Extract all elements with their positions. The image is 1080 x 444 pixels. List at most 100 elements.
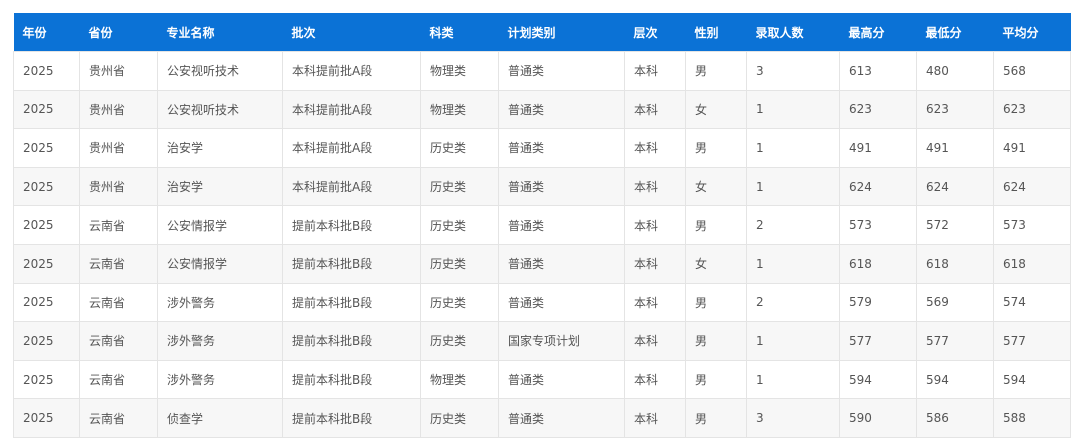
cell-plan-category: 普通类 xyxy=(498,282,625,323)
cell-year: 2025 xyxy=(13,205,80,245)
cell-gender: 女 xyxy=(685,166,747,207)
cell-max-score: 579 xyxy=(839,282,917,323)
table-row: 2025 云南省 公安情报学 提前本科批B段 历史类 普通类 本科男 2 573 572 573 xyxy=(13,205,1071,245)
cell-year: 2025 xyxy=(13,51,80,91)
cell-year: 2025 xyxy=(13,359,80,400)
cell-plan-category: 普通类 xyxy=(498,166,625,207)
cell-min-score: 572 xyxy=(916,205,994,245)
cell-major-name: 治安学 xyxy=(157,128,283,168)
cell-max-score: 594 xyxy=(839,359,917,400)
cell-level: 本科 xyxy=(624,398,686,438)
cell-admitted-count: 3 xyxy=(746,51,840,91)
cell-avg-score: 491 xyxy=(993,128,1071,168)
cell-major-name: 涉外警务 xyxy=(157,282,283,323)
cell-batch: 提前本科批B段 xyxy=(282,359,421,400)
cell-level: 本科 xyxy=(624,282,686,323)
cell-subject-category: 历史类 xyxy=(420,282,499,323)
cell-batch: 本科提前批A段 xyxy=(282,89,421,130)
cell-plan-category: 普通类 xyxy=(498,205,625,245)
cell-max-score: 590 xyxy=(839,398,917,438)
cell-min-score: 569 xyxy=(916,282,994,323)
table-row: 2025 云南省 涉外警务 提前本科批B段 物理类 普通类 本科男 1 594 594 594 xyxy=(13,359,1071,400)
cell-gender: 男 xyxy=(685,398,747,438)
cell-subject-category: 历史类 xyxy=(420,205,499,245)
cell-year: 2025 xyxy=(13,282,80,323)
cell-avg-score: 588 xyxy=(993,398,1071,438)
table-body: 2025 贵州省 公安视听技术 本科提前批A段 物理类 普通类 本科男 3 613 480 568 2… xyxy=(13,51,1071,438)
cell-province: 贵州省 xyxy=(79,89,158,130)
cell-subject-category: 历史类 xyxy=(420,321,499,361)
header-admitted-count[interactable]: 录取人数 xyxy=(746,13,840,52)
header-subject-category[interactable]: 科类 xyxy=(420,13,499,52)
cell-year: 2025 xyxy=(13,398,80,438)
cell-admitted-count: 1 xyxy=(746,359,840,400)
table-row: 2025 云南省 侦查学 提前本科批B段 历史类 普通类 本科男 3 590 586 588 xyxy=(13,398,1071,438)
cell-level: 本科 xyxy=(624,128,686,168)
header-gender[interactable]: 性别 xyxy=(685,13,747,52)
cell-major-name: 公安情报学 xyxy=(157,205,283,245)
header-max-score[interactable]: 最高分 xyxy=(839,13,917,52)
cell-admitted-count: 2 xyxy=(746,205,840,245)
cell-min-score: 618 xyxy=(916,243,994,284)
cell-level: 本科 xyxy=(624,243,686,284)
cell-gender: 女 xyxy=(685,243,747,284)
header-level[interactable]: 层次 xyxy=(624,13,686,52)
cell-province: 云南省 xyxy=(79,398,158,438)
cell-max-score: 491 xyxy=(839,128,917,168)
cell-province: 云南省 xyxy=(79,321,158,361)
cell-max-score: 577 xyxy=(839,321,917,361)
cell-province: 贵州省 xyxy=(79,51,158,91)
cell-gender: 男 xyxy=(685,205,747,245)
table-row: 2025 云南省 涉外警务 提前本科批B段 历史类 国家专项计划 本科男 1 577 577 577 xyxy=(13,321,1071,361)
cell-avg-score: 623 xyxy=(993,89,1071,130)
cell-subject-category: 历史类 xyxy=(420,128,499,168)
header-plan-category[interactable]: 计划类别 xyxy=(498,13,625,52)
cell-province: 云南省 xyxy=(79,243,158,284)
cell-min-score: 586 xyxy=(916,398,994,438)
cell-year: 2025 xyxy=(13,243,80,284)
cell-major-name: 公安情报学 xyxy=(157,243,283,284)
cell-major-name: 侦查学 xyxy=(157,398,283,438)
header-major-name[interactable]: 专业名称 xyxy=(157,13,283,52)
cell-max-score: 624 xyxy=(839,166,917,207)
cell-level: 本科 xyxy=(624,51,686,91)
header-avg-score[interactable]: 平均分 xyxy=(993,13,1071,52)
cell-min-score: 491 xyxy=(916,128,994,168)
cell-gender: 男 xyxy=(685,359,747,400)
cell-avg-score: 573 xyxy=(993,205,1071,245)
cell-batch: 提前本科批B段 xyxy=(282,205,421,245)
header-batch[interactable]: 批次 xyxy=(282,13,421,52)
cell-province: 云南省 xyxy=(79,282,158,323)
cell-admitted-count: 1 xyxy=(746,128,840,168)
table-header-row: 年份 省份 专业名称 批次 科类 计划类别 层次 性别 录取人数 最高分 最低分… xyxy=(13,13,1071,52)
cell-plan-category: 普通类 xyxy=(498,359,625,400)
header-min-score[interactable]: 最低分 xyxy=(916,13,994,52)
cell-subject-category: 历史类 xyxy=(420,398,499,438)
admission-table-container: 年份 省份 专业名称 批次 科类 计划类别 层次 性别 录取人数 最高分 最低分… xyxy=(13,13,1071,438)
cell-batch: 提前本科批B段 xyxy=(282,243,421,284)
cell-province: 云南省 xyxy=(79,205,158,245)
header-year[interactable]: 年份 xyxy=(13,13,80,52)
cell-plan-category: 普通类 xyxy=(498,243,625,284)
cell-subject-category: 历史类 xyxy=(420,166,499,207)
cell-major-name: 涉外警务 xyxy=(157,321,283,361)
cell-major-name: 涉外警务 xyxy=(157,359,283,400)
cell-year: 2025 xyxy=(13,89,80,130)
cell-gender: 男 xyxy=(685,128,747,168)
cell-major-name: 公安视听技术 xyxy=(157,89,283,130)
cell-subject-category: 物理类 xyxy=(420,359,499,400)
cell-major-name: 公安视听技术 xyxy=(157,51,283,91)
cell-avg-score: 618 xyxy=(993,243,1071,284)
cell-level: 本科 xyxy=(624,205,686,245)
table-row: 2025 贵州省 公安视听技术 本科提前批A段 物理类 普通类 本科男 3 613 480 568 xyxy=(13,51,1071,91)
cell-admitted-count: 2 xyxy=(746,282,840,323)
cell-avg-score: 594 xyxy=(993,359,1071,400)
header-province[interactable]: 省份 xyxy=(79,13,158,52)
cell-batch: 提前本科批B段 xyxy=(282,282,421,323)
cell-gender: 男 xyxy=(685,282,747,323)
cell-gender: 女 xyxy=(685,89,747,130)
cell-avg-score: 568 xyxy=(993,51,1071,91)
cell-batch: 提前本科批B段 xyxy=(282,321,421,361)
cell-plan-category: 普通类 xyxy=(498,89,625,130)
cell-province: 贵州省 xyxy=(79,166,158,207)
